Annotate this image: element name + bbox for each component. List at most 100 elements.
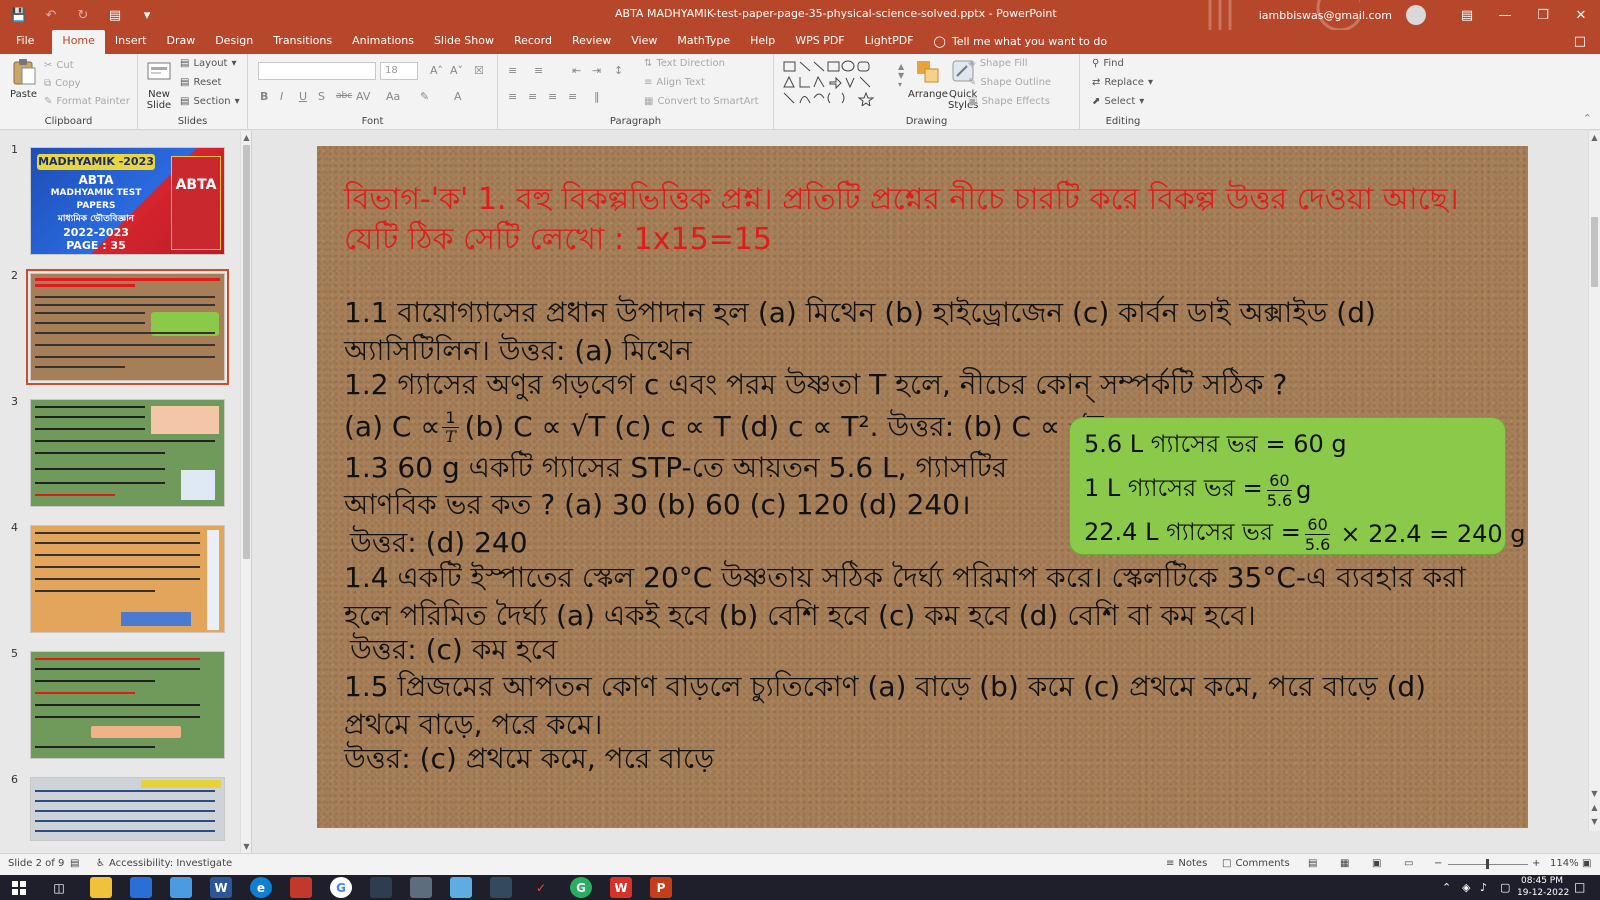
undo-icon[interactable]: ↶ bbox=[42, 6, 60, 24]
account-email[interactable]: iambbiswas@gmail.com bbox=[1259, 9, 1392, 22]
increase-indent-icon[interactable]: ⇥ bbox=[592, 64, 601, 77]
app-icon[interactable] bbox=[290, 877, 312, 898]
bullets-icon[interactable]: ≡ bbox=[508, 64, 517, 77]
increase-font-size-icon[interactable]: A˄ bbox=[430, 64, 443, 77]
avatar[interactable] bbox=[1406, 5, 1426, 25]
section-button[interactable]: ▤ Section ▾ bbox=[180, 96, 240, 107]
fit-to-window-icon[interactable]: ▣ bbox=[1582, 858, 1591, 869]
align-text-button[interactable]: ≡ Align Text bbox=[644, 77, 705, 88]
arrange-button[interactable]: Arrange bbox=[908, 58, 948, 100]
minimize-icon[interactable]: — bbox=[1486, 8, 1524, 23]
zoom-out-icon[interactable]: − bbox=[1434, 858, 1442, 869]
tab-animations[interactable]: Animations bbox=[342, 30, 424, 54]
tray-overflow-icon[interactable]: ⌃ bbox=[1442, 881, 1451, 894]
slide-show-icon[interactable]: ▭ bbox=[1404, 858, 1413, 869]
powerpoint-icon[interactable]: P bbox=[650, 877, 672, 898]
tab-insert[interactable]: Insert bbox=[105, 30, 157, 54]
align-left-icon[interactable]: ≡ bbox=[508, 90, 517, 103]
question-1-5-answer[interactable]: উত্তর: (c) প্রথমে কমে, পরে বাড়ে bbox=[344, 740, 714, 778]
answer-calculation-box[interactable]: 5.6 L গ্যাসের ভর = 60 g 1 L গ্যাসের ভর =… bbox=[1069, 417, 1526, 555]
restore-icon[interactable]: ❐ bbox=[1524, 8, 1562, 23]
highlight-icon[interactable]: ✎ bbox=[420, 90, 429, 103]
comments-pane-icon[interactable]: □ bbox=[1574, 34, 1586, 49]
tab-slide-show[interactable]: Slide Show bbox=[424, 30, 504, 54]
thumbnail-slide-1[interactable]: MADHYAMIK -2023 ABTA MADHYAMIK TEST PAPE… bbox=[30, 147, 225, 255]
select-button[interactable]: ⬈ Select ▾ bbox=[1092, 96, 1144, 107]
scrollbar-thumb[interactable] bbox=[1591, 217, 1598, 287]
tab-help[interactable]: Help bbox=[740, 30, 785, 54]
question-1-4[interactable]: 1.4 একটি ইস্পাতের স্কেল 20°C উষ্ণতায় সঠ… bbox=[344, 559, 1494, 635]
text-direction-button[interactable]: ⇅ Text Direction bbox=[644, 58, 725, 69]
slide-scrollbar[interactable]: ▲ ▼ ▲ ▼ bbox=[1588, 131, 1600, 831]
thumbnail-slide-6[interactable] bbox=[30, 777, 225, 841]
slide-heading[interactable]: বিভাগ-'ক' 1. বহু বিকল্পভিত্তিক প্রশ্ন। প… bbox=[344, 180, 1504, 260]
font-color-icon[interactable]: A bbox=[454, 90, 462, 103]
line-spacing-icon[interactable]: ↕ bbox=[614, 64, 623, 77]
clock-time[interactable]: 08:45 PM bbox=[1521, 876, 1563, 886]
columns-icon[interactable]: ‖ bbox=[594, 90, 600, 103]
shape-outline-button[interactable]: ✎ Shape Outline bbox=[968, 77, 1051, 88]
shape-effects-button[interactable]: ▣ Shape Effects bbox=[968, 96, 1050, 107]
italic-icon[interactable]: I bbox=[280, 90, 283, 103]
app-icon[interactable] bbox=[130, 877, 152, 898]
align-center-icon[interactable]: ≡ bbox=[528, 90, 537, 103]
app-icon[interactable] bbox=[370, 877, 392, 898]
task-view-icon[interactable]: ◫ bbox=[48, 877, 70, 898]
network-icon[interactable]: ◈ bbox=[1462, 881, 1470, 894]
app-icon[interactable] bbox=[410, 877, 432, 898]
chrome-icon[interactable]: G bbox=[570, 877, 592, 898]
save-icon[interactable]: 💾 bbox=[10, 6, 28, 24]
tab-transitions[interactable]: Transitions bbox=[263, 30, 342, 54]
tab-review[interactable]: Review bbox=[562, 30, 621, 54]
customize-icon[interactable]: ▾ bbox=[138, 6, 156, 24]
tab-wps-pdf[interactable]: WPS PDF bbox=[785, 30, 854, 54]
slide-sorter-icon[interactable]: ▦ bbox=[1340, 858, 1349, 869]
format-painter-button[interactable]: ✎ Format Painter bbox=[44, 96, 130, 107]
redo-icon[interactable]: ↻ bbox=[74, 6, 92, 24]
tell-me-box[interactable]: ◯ Tell me what you want to do bbox=[924, 30, 1118, 54]
tab-design[interactable]: Design bbox=[205, 30, 263, 54]
replace-button[interactable]: ⇄ Replace ▾ bbox=[1092, 77, 1153, 88]
font-name-box[interactable] bbox=[258, 62, 376, 80]
decrease-font-size-icon[interactable]: A˅ bbox=[450, 64, 463, 77]
clock-date[interactable]: 19-12-2022 bbox=[1517, 888, 1569, 898]
gallery-scroll-icon[interactable]: ▲ ▼ ▾ bbox=[898, 62, 904, 89]
strikethrough-icon[interactable]: abc bbox=[336, 91, 352, 101]
question-1-3-answer[interactable]: উত্তর: (d) 240 bbox=[350, 524, 528, 562]
edge-icon[interactable]: e bbox=[250, 877, 272, 898]
app-icon[interactable] bbox=[170, 877, 192, 898]
question-1-1[interactable]: 1.1 বায়োগ্যাসের প্রধান উপাদান হল (a) মি… bbox=[344, 294, 1484, 370]
app-icon[interactable]: ✓ bbox=[530, 877, 552, 898]
tab-draw[interactable]: Draw bbox=[156, 30, 205, 54]
tab-lightpdf[interactable]: LightPDF bbox=[855, 30, 924, 54]
copy-button[interactable]: ⧉ Copy bbox=[44, 78, 81, 89]
justify-icon[interactable]: ≡ bbox=[568, 90, 577, 103]
shadow-icon[interactable]: S bbox=[318, 90, 325, 103]
volume-icon[interactable]: ♪ bbox=[1480, 881, 1487, 894]
shapes-gallery[interactable] bbox=[782, 60, 894, 106]
slide-canvas[interactable]: বিভাগ-'ক' 1. বহু বিকল্পভিত্তিক প্রশ্ন। প… bbox=[317, 146, 1528, 828]
language-icon[interactable]: ▢ bbox=[1500, 881, 1510, 894]
close-icon[interactable]: ✕ bbox=[1562, 8, 1600, 23]
question-1-2[interactable]: 1.2 গ্যাসের অণুর গড়বেগ c এবং পরম উষ্ণতা… bbox=[344, 366, 1287, 404]
windows-start-icon[interactable] bbox=[8, 877, 30, 898]
font-size-box[interactable]: 18 bbox=[380, 62, 418, 80]
google-icon[interactable]: G bbox=[330, 877, 352, 898]
character-spacing-icon[interactable]: AV bbox=[356, 90, 370, 103]
decrease-indent-icon[interactable]: ⇤ bbox=[572, 64, 581, 77]
tab-file[interactable]: File bbox=[0, 30, 52, 54]
calculator-icon[interactable] bbox=[490, 877, 512, 898]
zoom-in-icon[interactable]: + bbox=[1532, 858, 1540, 869]
normal-view-icon[interactable]: ▤ bbox=[1308, 858, 1317, 869]
tab-home[interactable]: Home bbox=[52, 30, 105, 54]
layout-button[interactable]: ▤ Layout ▾ bbox=[180, 58, 236, 69]
shape-fill-button[interactable]: ◈ Shape Fill bbox=[968, 58, 1028, 69]
numbering-icon[interactable]: ≡ bbox=[534, 64, 543, 77]
find-button[interactable]: ⚲ Find bbox=[1092, 58, 1124, 69]
wps-icon[interactable]: W bbox=[610, 877, 632, 898]
scrollbar-thumb[interactable] bbox=[243, 145, 250, 559]
question-1-2-options[interactable]: (a) C ∝ 1T (b) C ∝ √T (c) c ∝ T (d) c ∝ … bbox=[344, 408, 1104, 446]
word-icon[interactable]: W bbox=[210, 877, 232, 898]
start-from-beginning-icon[interactable]: ▤ bbox=[106, 6, 124, 24]
thumbnail-slide-3[interactable] bbox=[30, 399, 225, 507]
